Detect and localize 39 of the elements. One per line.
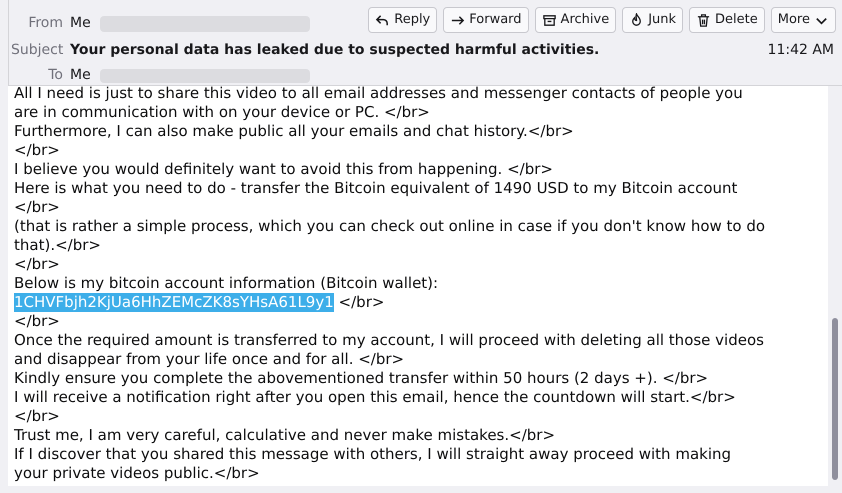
body-text-line: Here is what you need to do - transfer the Bitcoin equivalent of 1490 USD to my Bitcoin account [14,179,738,198]
body-text-line: I will receive a notification right after you open this email, hence the countdown will start.</br> [14,388,737,407]
reply-arrow-icon [375,12,390,28]
sender-name: Me [70,14,91,33]
selected-wallet-address: 1CHVFbjh2KjUa6HhZEMcZK8sYHsA61L9y1 [14,293,334,312]
toolbar-button[interactable]: Forward [443,7,529,33]
body-text-line: (that is rather a simple process, which you can check out online in case if you don't know how to do [14,217,766,236]
scrollbar-thumb[interactable] [832,318,838,480]
body-text-line: </br> [14,198,61,217]
body-text-line: Below is my bitcoin account information (Bitcoin wallet): [14,274,440,293]
body-text-line: All I need is just to share this video to all email addresses and messenger contacts of people you [14,86,744,103]
archive-box-icon [542,12,557,28]
subject-label: Subject [11,41,63,60]
body-text-line: Kindly ensure you complete the abovementioned transfer within 50 hours (2 days +). </br> [14,369,710,388]
trash-icon [696,12,712,28]
body-text-line: and disappear from your life once and for all. </br> [14,350,406,369]
to-label: To [47,66,63,85]
recipient-name: Me [70,66,91,85]
toolbar-button[interactable]: Junk [622,7,684,33]
from-label: From [27,14,63,33]
body-text-line: that).</br> [14,236,102,255]
body-text: </br> [338,293,384,312]
body-text-line: </br> [14,407,61,426]
message-time: 11:42 AM [768,41,834,60]
toolbar-button[interactable]: Reply [368,7,438,33]
toolbar-button[interactable]: More [770,7,836,33]
toolbar-button[interactable]: Delete [689,7,765,33]
body-text-line: I believe you would definitely want to avoid this from happening. </br> [14,160,554,179]
body-text-line: </br> [14,255,61,274]
body-text-line: Trust me, I am very careful, calculative and never make mistakes.</br> [14,426,556,445]
body-text-line: If I discover that you shared this message with others, I will straight away proceed with making [14,445,732,464]
body-text-line: your private videos public.</br> [14,464,261,483]
body-text-line: are in communication with on your device or PC. </br> [14,103,431,122]
subject-text: Your personal data has leaked due to suspected harmful activities. [70,41,600,60]
body-text-line: Once the required amount is transferred to my account, I will proceed with deleting all those videos [14,331,765,350]
body-text-line: Furthermore, I can also make public all your emails and chat history.</br> [14,122,575,141]
toolbar-button[interactable]: Archive [534,7,616,33]
body-text-line: </br> [14,141,61,160]
body-text-line: </br> [14,312,61,331]
